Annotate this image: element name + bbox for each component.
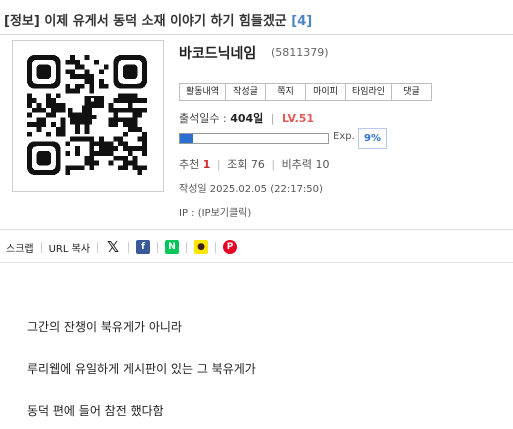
dinosaur-icon (67, 95, 104, 135)
pinterest-share-button[interactable]: P (223, 237, 238, 257)
nonrecommend-value: 10 (315, 158, 330, 171)
naver-share-button[interactable]: N (165, 237, 180, 257)
views-label: 조회 (227, 158, 248, 171)
posts-button[interactable]: 작성글 (225, 84, 265, 100)
content-line: 그간의 잔챙이 북유게가 아니라 (27, 320, 182, 334)
post-stats: 추천 1 | 조회 76 | 비추력 10 (179, 156, 329, 172)
pinterest-icon: P (223, 240, 238, 254)
exp-progress-fill (180, 134, 194, 143)
mypi-button[interactable]: 마이피 (305, 84, 345, 100)
separator (186, 241, 188, 253)
kakao-share-button[interactable]: ● (194, 237, 209, 257)
url-copy-button[interactable]: URL 복사 (49, 237, 90, 257)
separator: | (270, 112, 275, 125)
content-line: 동덕 편에 들어 참전 했다함 (27, 404, 164, 418)
attendance-label: 출석일수 : (179, 112, 227, 125)
timeline-button[interactable]: 타임라인 (345, 84, 391, 100)
exp-percent: 9% (358, 128, 387, 149)
qr-code-avatar (12, 40, 164, 192)
level-badge: LV.51 (282, 112, 315, 125)
scrap-button[interactable]: 스크랩 (6, 237, 34, 257)
separator (40, 241, 42, 253)
divider (0, 229, 513, 230)
post-title: [정보] 이제 유게서 동덕 소재 이야기 하기 힘들겠군 [4] (4, 10, 312, 29)
kakao-icon: ● (194, 240, 209, 254)
author-nickname[interactable]: 바코드닉네임 (179, 43, 256, 63)
separator: | (271, 158, 276, 171)
x-share-button[interactable]: 𝕏 (105, 237, 121, 257)
post-title-text: [정보] 이제 유게서 동덕 소재 이야기 하기 힘들겠군 (4, 14, 287, 29)
message-button[interactable]: 쪽지 (265, 84, 305, 100)
exp-label: Exp. (333, 131, 355, 142)
qr-code-icon (27, 55, 147, 175)
post-date: 작성일 2025.02.05 (22:17:50) (179, 184, 323, 195)
attendance-row: 출석일수 : 404일 | LV.51 (179, 110, 314, 126)
ip-link[interactable]: IP : (IP보기클릭) (179, 204, 251, 219)
separator (215, 241, 217, 253)
attendance-value: 404일 (230, 112, 264, 125)
activity-button[interactable]: 활동내역 (180, 84, 225, 100)
author-uid: (5811379) (271, 46, 329, 59)
divider (0, 262, 513, 263)
recommend-label: 추천 (179, 158, 200, 171)
post-title-bar: [정보] 이제 유게서 동덕 소재 이야기 하기 힘들겠군 [4] (0, 0, 513, 36)
comments-button[interactable]: 댓글 (391, 84, 431, 100)
exp-progress-bar (179, 133, 329, 144)
facebook-share-button[interactable]: f (136, 237, 151, 257)
separator: | (216, 158, 221, 171)
separator (128, 241, 130, 253)
comment-count[interactable]: [4] (291, 14, 312, 29)
author-action-buttons: 활동내역 작성글 쪽지 마이피 타임라인 댓글 (179, 83, 432, 101)
divider (0, 34, 513, 35)
x-icon: 𝕏 (106, 238, 120, 256)
separator (157, 241, 159, 253)
share-bar: 스크랩 URL 복사 𝕏 f N ● P (6, 237, 238, 257)
naver-icon: N (165, 240, 180, 254)
nonrecommend-label: 비추력 (281, 158, 312, 171)
recommend-value: 1 (202, 158, 211, 171)
content-line: 루리웹에 유일하게 게시판이 있는 그 북유게가 (27, 362, 256, 376)
facebook-icon: f (136, 240, 151, 254)
separator (97, 241, 99, 253)
views-value: 76 (250, 158, 265, 171)
